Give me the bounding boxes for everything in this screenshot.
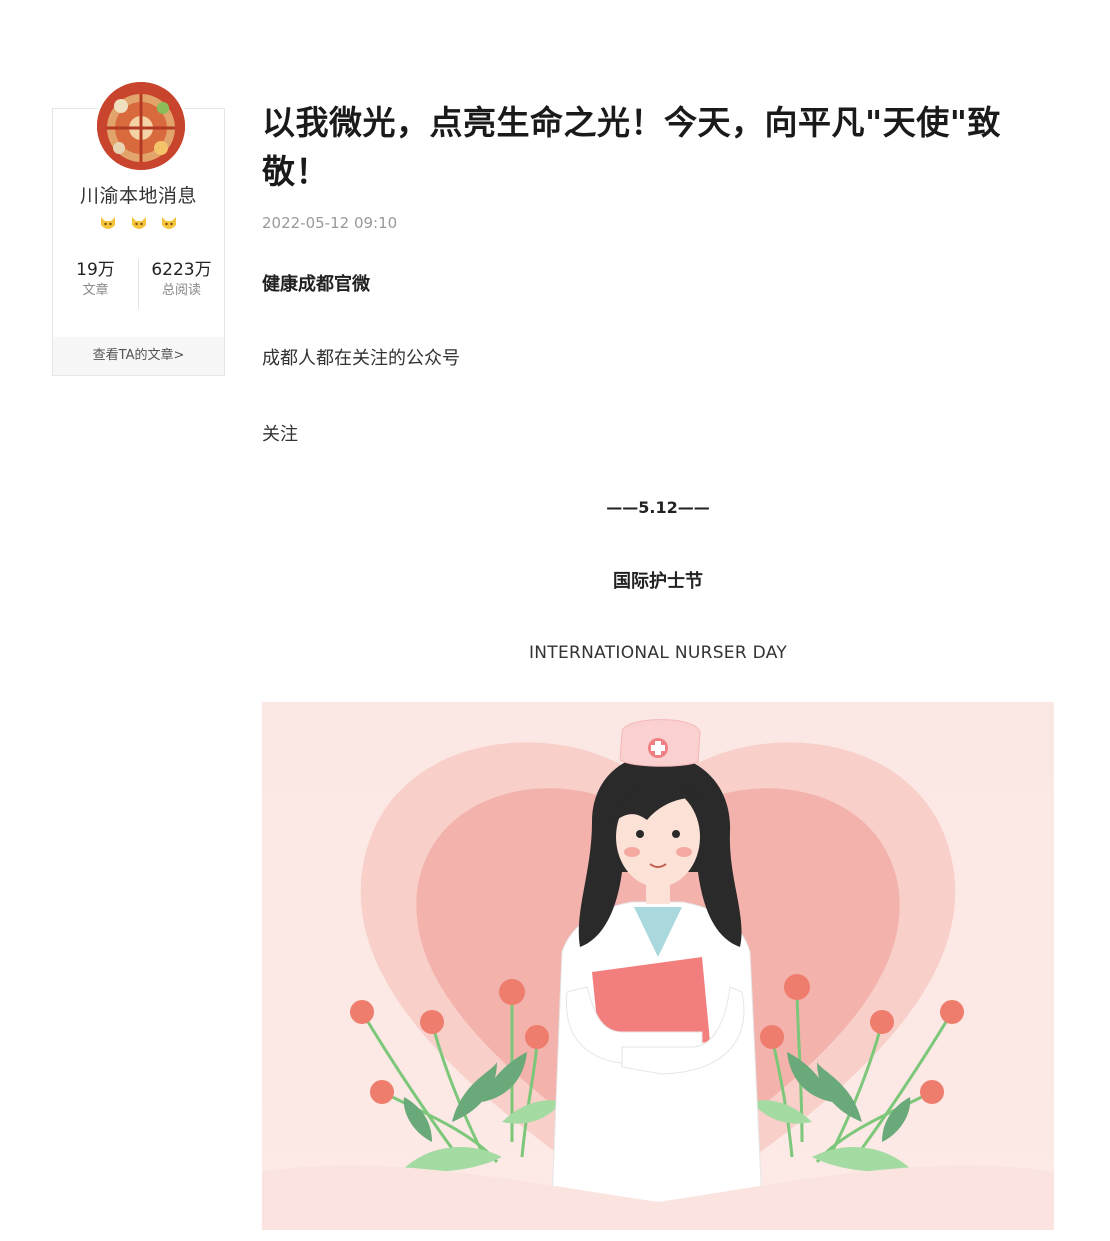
- view-articles-link[interactable]: 查看TA的文章>: [53, 337, 224, 375]
- author-badges: [53, 215, 224, 237]
- badge-icon: [129, 215, 149, 233]
- article-title: 以我微光，点亮生命之光！今天，向平凡"天使"致敬！: [262, 103, 1001, 191]
- stat-label: 总阅读: [161, 283, 201, 298]
- date-divider: ——5.12——: [606, 498, 710, 517]
- stat-value: 6223万: [151, 260, 212, 280]
- stat-label: 文章: [82, 283, 109, 298]
- nurse-illustration: [262, 702, 1054, 1230]
- author-stats: 19万 文章 6223万 总阅读: [53, 259, 224, 309]
- badge-icon: [159, 215, 179, 233]
- author-card: 川渝本地消息 19万 文章 6223万 总阅读 查看TA的文章>: [52, 82, 225, 376]
- stat-articles: 19万 文章: [53, 259, 138, 309]
- article-date: 2022-05-12 09:10: [262, 214, 398, 232]
- stat-reads: 6223万 总阅读: [138, 259, 224, 309]
- stat-value: 19万: [76, 260, 115, 280]
- follow-text: 关注: [262, 424, 298, 445]
- badge-icon: [98, 215, 118, 233]
- article-source: 健康成都官微: [262, 274, 370, 295]
- event-subtitle: INTERNATIONAL NURSER DAY: [528, 643, 788, 663]
- author-avatar[interactable]: [97, 82, 185, 170]
- article: 以我微光，点亮生命之光！今天，向平凡"天使"致敬！ 2022-05-12 09:…: [262, 98, 1054, 663]
- author-name[interactable]: 川渝本地消息: [53, 181, 224, 208]
- event-title: 国际护士节: [613, 571, 703, 592]
- article-paragraph: 成都人都在关注的公众号: [262, 348, 460, 369]
